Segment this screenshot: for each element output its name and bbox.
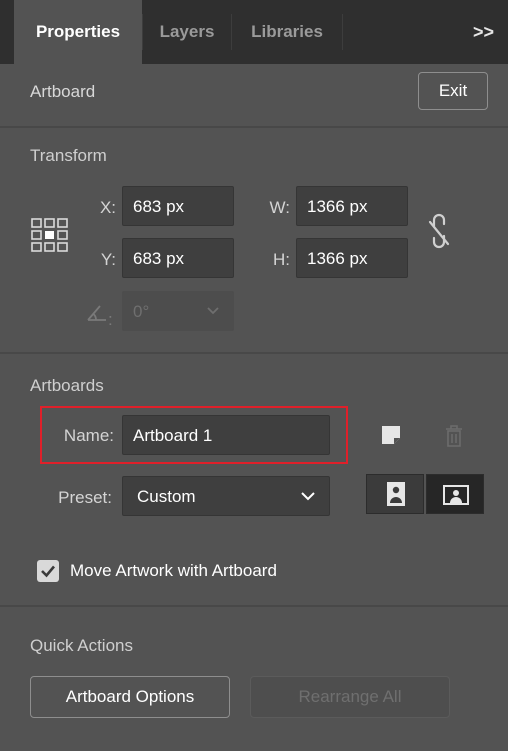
section-divider (0, 605, 508, 607)
h-label: H: (273, 250, 290, 269)
chevron-down-icon (207, 307, 219, 315)
rotate-angle-icon (87, 305, 106, 321)
move-artwork-label: Move Artwork with Artboard (70, 561, 277, 580)
exit-button[interactable]: Exit (418, 72, 488, 110)
name-label: Name: (63, 426, 114, 445)
preset-dropdown[interactable]: Custom (122, 476, 330, 516)
panel-tab-bar: Properties Layers Libraries >> (0, 0, 508, 64)
tab-libraries[interactable]: Libraries (232, 0, 342, 64)
x-position-field[interactable]: 683 px (122, 186, 234, 226)
section-divider (0, 126, 508, 128)
landscape-icon (443, 485, 469, 505)
section-divider (0, 352, 508, 354)
rotate-field: 0° (122, 291, 234, 331)
new-artboard-icon[interactable] (380, 424, 402, 446)
artboards-heading: Artboards (30, 376, 104, 395)
checkmark-icon (41, 565, 55, 578)
chevron-down-icon (301, 492, 315, 501)
tab-layers[interactable]: Layers (143, 0, 231, 64)
portrait-icon (387, 482, 405, 506)
y-position-field[interactable]: 683 px (122, 238, 234, 278)
width-field[interactable]: 1366 px (296, 186, 408, 226)
portrait-orientation-button[interactable] (366, 474, 424, 514)
tab-divider (342, 14, 343, 50)
tab-properties[interactable]: Properties (14, 0, 142, 64)
delete-artboard-icon (446, 425, 462, 447)
x-label: X: (99, 198, 116, 217)
move-artwork-checkbox[interactable] (37, 560, 59, 582)
panel-menu-icon[interactable]: >> (473, 0, 494, 64)
rotate-value: 0° (133, 302, 150, 321)
quick-actions-heading: Quick Actions (30, 636, 133, 655)
artboard-heading: Artboard (30, 82, 96, 101)
landscape-orientation-button[interactable] (426, 474, 484, 514)
rearrange-all-button: Rearrange All (250, 676, 450, 718)
w-label: W: (269, 198, 290, 217)
artboard-options-button[interactable]: Artboard Options (30, 676, 230, 718)
preset-value: Custom (137, 487, 196, 506)
artboard-name-input[interactable]: Artboard 1 (122, 415, 330, 455)
height-field[interactable]: 1366 px (296, 238, 408, 278)
preset-label: Preset: (58, 488, 112, 507)
reference-point-icon[interactable] (30, 217, 70, 253)
rotate-colon: : (108, 310, 113, 329)
y-label: Y: (100, 250, 116, 269)
constrain-proportions-icon[interactable] (424, 212, 454, 252)
transform-heading: Transform (30, 146, 107, 165)
